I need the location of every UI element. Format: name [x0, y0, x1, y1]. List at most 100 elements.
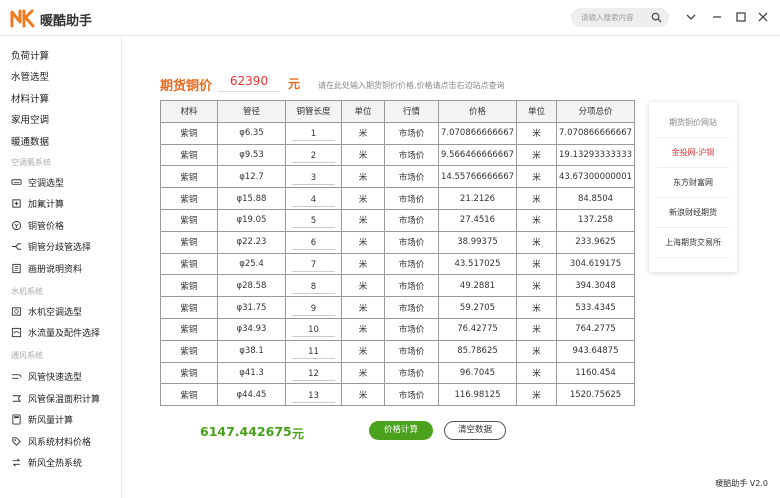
cell-market: 市场价 — [384, 383, 439, 407]
cell-length[interactable]: 7 — [285, 252, 342, 276]
table-row: 紫铜 φ31.75 9 米市场价 59.2705 米 533.4345 — [160, 296, 636, 319]
sidebar-item-duct-selection[interactable]: 风管快速选型 — [0, 366, 121, 386]
search-box[interactable]: 请输入搜索内容 — [571, 8, 669, 27]
col-header-length: 铜管长度 — [285, 100, 342, 123]
ac-unit-icon — [11, 178, 22, 185]
sidebar-item-water-ac[interactable]: 水机空调选型 — [0, 301, 121, 321]
length-input[interactable]: 1 — [292, 125, 335, 142]
link-shfe[interactable]: 上海期货交易所 — [657, 228, 729, 258]
cell-length[interactable]: 12 — [285, 361, 342, 385]
cell-subtotal: 304.619175 — [556, 252, 636, 276]
cell-diameter: φ9.53 — [217, 143, 286, 167]
sidebar-item-air-material-price[interactable]: 风系统材料价格 — [0, 431, 121, 451]
cell-length[interactable]: 11 — [285, 339, 342, 363]
table-row: 紫铜 φ38.1 11 米市场价 85.78625 米 943.64875 — [160, 339, 636, 363]
cell-market: 市场价 — [384, 339, 439, 363]
cell-market: 市场价 — [384, 143, 439, 167]
sidebar-item-pipe-selection[interactable]: 水管选型 — [0, 66, 121, 86]
cell-unit: 米 — [341, 317, 385, 341]
length-input[interactable]: 2 — [292, 147, 335, 163]
cell-price-unit: 米 — [516, 296, 558, 319]
link-cngold[interactable]: 金投网-沪铜 — [657, 138, 729, 168]
cell-unit: 米 — [341, 383, 385, 407]
duct-icon — [11, 373, 22, 379]
table-row: 紫铜 φ19.05 5 米市场价 27.4516 米 137.258 — [160, 208, 636, 232]
cell-price-unit: 米 — [516, 230, 558, 254]
futures-price-unit: 元 — [288, 77, 301, 91]
sidebar-item-load-calc[interactable]: 负荷计算 — [0, 45, 121, 65]
minimize-icon[interactable] — [710, 10, 724, 24]
link-eastmoney[interactable]: 东方财富网 — [657, 168, 729, 198]
length-input[interactable]: 7 — [292, 256, 335, 272]
col-header-subtotal: 分项总价 — [556, 100, 636, 123]
calculate-price-button[interactable]: 价格计算 — [369, 421, 433, 440]
dropdown-menu-icon[interactable] — [684, 10, 698, 24]
sidebar-item-fresh-air-calc[interactable]: 新风量计算 — [0, 409, 121, 429]
maximize-icon[interactable] — [734, 10, 748, 24]
cell-length[interactable]: 1 — [285, 121, 342, 145]
sidebar-item-duct-insulation[interactable]: 风管保温面积计算 — [0, 388, 121, 408]
sidebar: 负荷计算 水管选型 材料计算 家用空调 暖通数据 空调氟系统 空调选型 加氟计算… — [0, 36, 122, 498]
length-input[interactable]: 12 — [292, 365, 335, 381]
length-input[interactable]: 10 — [292, 321, 335, 338]
length-input[interactable]: 11 — [292, 343, 335, 360]
cell-length[interactable]: 4 — [285, 187, 342, 210]
cell-unit: 米 — [341, 208, 385, 232]
close-icon[interactable] — [756, 10, 770, 24]
futures-price-input[interactable]: 62390 — [218, 70, 280, 92]
sidebar-item-hvac-data[interactable]: 暖通数据 — [0, 131, 121, 151]
brochure-icon — [12, 263, 21, 273]
cell-length[interactable]: 3 — [285, 165, 342, 189]
section-heading-ventilation: 通风系统 — [11, 351, 43, 360]
link-sina-finance[interactable]: 新浪财经期货 — [657, 198, 729, 228]
search-icon[interactable] — [651, 12, 662, 23]
cell-length[interactable]: 9 — [285, 296, 342, 319]
total-price-value: 6147.442675 — [200, 424, 292, 439]
cell-market: 市场价 — [384, 296, 439, 319]
sidebar-item-material-calc[interactable]: 材料计算 — [0, 88, 121, 108]
length-input[interactable]: 3 — [292, 169, 335, 185]
search-input[interactable]: 请输入搜索内容 — [581, 12, 634, 23]
length-input[interactable]: 8 — [292, 278, 335, 294]
cell-subtotal: 137.258 — [556, 208, 636, 232]
sidebar-item-ac-selection[interactable]: 空调选型 — [0, 172, 121, 192]
cell-price-unit: 米 — [516, 274, 558, 298]
sidebar-item-water-flow[interactable]: 水流量及配件选择 — [0, 322, 121, 342]
cell-length[interactable]: 2 — [285, 143, 342, 167]
cell-length[interactable]: 13 — [285, 383, 342, 407]
cell-unit: 米 — [341, 339, 385, 363]
cell-length[interactable]: 8 — [285, 274, 342, 298]
cell-market: 市场价 — [384, 361, 439, 385]
cell-subtotal: 43.67300000001 — [556, 165, 636, 189]
table-row: 紫铜 φ34.93 10 米市场价 76.42775 米 764.2775 — [160, 317, 636, 341]
futures-price-label: 期货铜价 — [160, 79, 213, 94]
sidebar-item-heat-recovery[interactable]: 新风全热系统 — [0, 452, 121, 472]
cell-market: 市场价 — [384, 274, 439, 298]
cell-length[interactable]: 6 — [285, 230, 342, 254]
sidebar-item-brochure[interactable]: 画册说明资料 — [0, 258, 121, 278]
length-input[interactable]: 4 — [292, 191, 335, 207]
cell-material: 紫铜 — [160, 361, 218, 385]
sidebar-item-home-ac[interactable]: 家用空调 — [0, 109, 121, 129]
sidebar-item-refrigerant-calc[interactable]: 加氟计算 — [0, 193, 121, 213]
cell-length[interactable]: 5 — [285, 208, 342, 232]
sidebar-item-branch-pipe[interactable]: 铜管分歧管选择 — [0, 236, 121, 256]
cell-price: 59.2705 — [437, 296, 518, 319]
insulation-icon — [12, 394, 22, 402]
cell-diameter: φ12.7 — [217, 165, 286, 189]
water-flow-icon — [11, 327, 22, 337]
cell-price-unit: 米 — [516, 208, 558, 232]
cell-subtotal: 1160.454 — [556, 361, 636, 385]
cell-price: 14.55766666667 — [437, 165, 518, 189]
sidebar-item-copper-price[interactable]: 铜管价格 — [0, 215, 121, 235]
cell-material: 紫铜 — [160, 339, 218, 363]
length-input[interactable]: 6 — [292, 234, 335, 251]
cell-diameter: φ28.58 — [217, 274, 286, 298]
length-input[interactable]: 5 — [292, 212, 335, 229]
clear-data-button[interactable]: 清空数据 — [444, 421, 506, 440]
cell-market: 市场价 — [384, 317, 439, 341]
cell-length[interactable]: 10 — [285, 317, 342, 341]
cell-diameter: φ15.88 — [217, 187, 286, 210]
length-input[interactable]: 13 — [292, 387, 335, 403]
length-input[interactable]: 9 — [292, 300, 335, 316]
